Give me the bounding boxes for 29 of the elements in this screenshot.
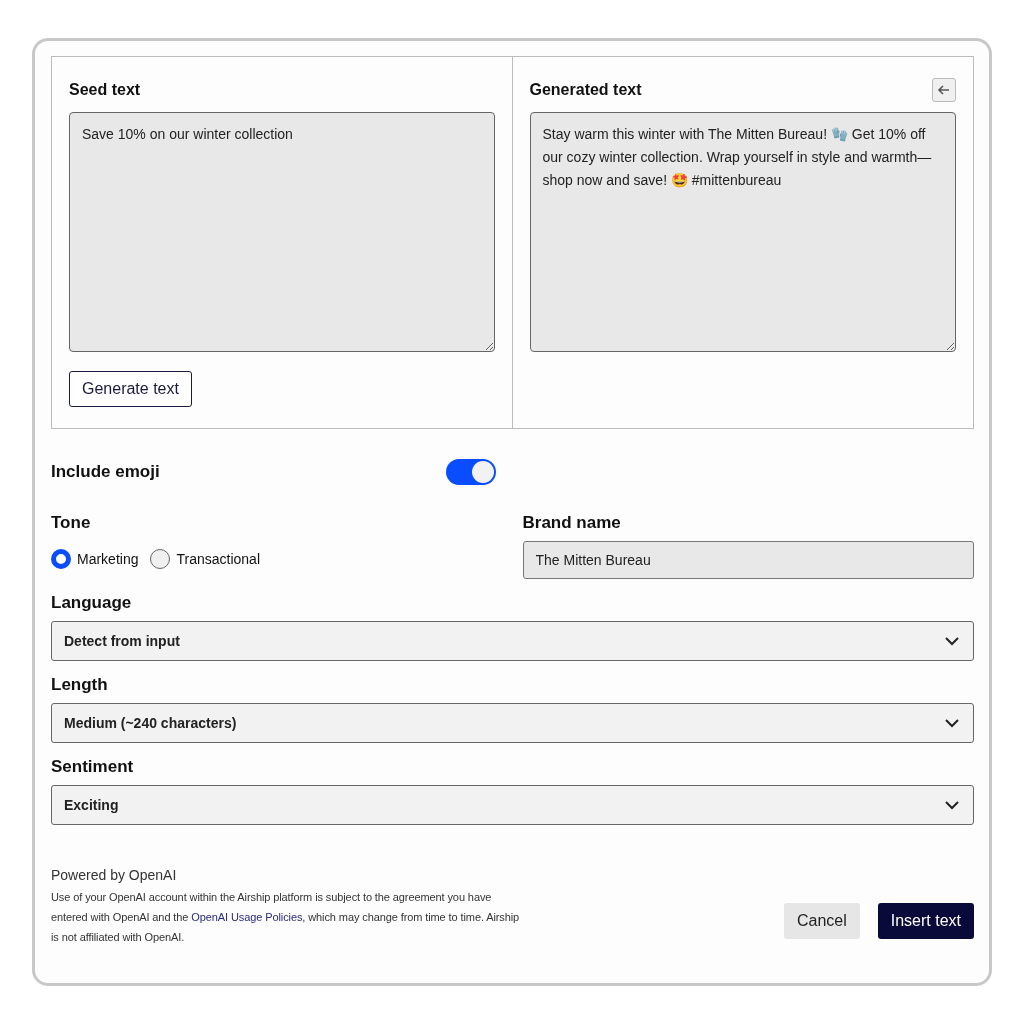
chevron-down-icon <box>945 636 959 646</box>
powered-by-text: Powered by OpenAI <box>51 867 178 883</box>
radio-label[interactable]: Transactional <box>176 551 260 567</box>
seed-text-label: Seed text <box>69 81 141 99</box>
select-label: Sentiment <box>51 757 135 777</box>
brand-name-field[interactable]: The Mitten Bureau <box>522 541 974 579</box>
toggle-switch[interactable] <box>446 459 496 485</box>
select-label: Length <box>51 675 109 695</box>
include-emoji-label: Include emoji <box>51 462 161 482</box>
tone-label: Tone <box>51 513 92 533</box>
brand-name-label: Brand name <box>522 513 622 533</box>
dropdown-select[interactable]: Detect from input <box>51 621 974 661</box>
back-arrow-button[interactable] <box>932 78 956 102</box>
generated-text-label: Generated text <box>529 81 642 99</box>
radio-button[interactable] <box>150 549 171 569</box>
chevron-down-icon <box>945 800 959 810</box>
radio-button[interactable] <box>51 549 71 569</box>
chevron-down-icon <box>945 718 959 728</box>
legal-notice: Use of your OpenAI account within the Airship platform is subject to the agreement you have entered with OpenAI and the OpenAI Usage Policies, which may change from time to time. Airship is not affiliated with OpenAI. <box>51 890 521 945</box>
generate-text-button[interactable]: Generate text <box>69 371 192 407</box>
left-arrow-icon <box>937 83 951 97</box>
radio-label[interactable]: Marketing <box>77 551 139 567</box>
select-label: Language <box>51 593 133 613</box>
dropdown-select[interactable]: Exciting <box>51 785 974 825</box>
insert-text-button[interactable]: Insert text <box>877 903 974 939</box>
dropdown-select[interactable]: Medium (~240 characters) <box>51 703 974 743</box>
cancel-button[interactable]: Cancel <box>783 903 860 939</box>
seed-text-field[interactable]: Save 10% on our winter collection <box>69 112 495 352</box>
generated-text-field[interactable]: Stay warm this winter with The Mitten Bureau! 🧤 Get 10% off our cozy winter collection. Wrap yourself in style and warmth—shop now and save! 🤩 #mittenbureau <box>529 112 956 352</box>
